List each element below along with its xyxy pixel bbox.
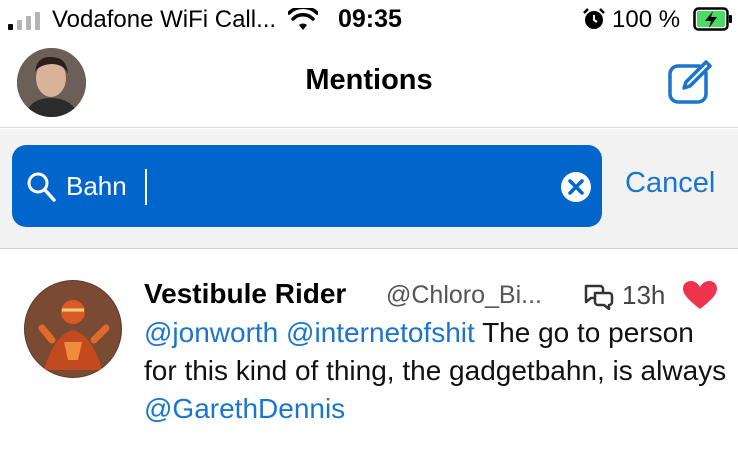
mention-link[interactable]: @GarethDennis bbox=[144, 393, 345, 424]
tweet-author-avatar[interactable] bbox=[24, 280, 122, 378]
carrier-name: Vodafone WiFi Call... bbox=[52, 6, 277, 33]
nav-bar: Mentions bbox=[0, 40, 738, 128]
search-input[interactable] bbox=[66, 165, 536, 207]
mention-link[interactable]: @internetofshit bbox=[286, 317, 475, 348]
page-title: Mentions bbox=[305, 64, 433, 96]
text-caret bbox=[145, 169, 147, 205]
tweet-item[interactable]: Vestibule Rider @Chloro_Bi... 13h @jonwo… bbox=[0, 250, 738, 463]
author-handle[interactable]: @Chloro_Bi... bbox=[386, 281, 542, 310]
battery-charging-icon bbox=[693, 7, 732, 31]
signal-icon bbox=[8, 12, 40, 30]
alarm-icon bbox=[583, 8, 605, 29]
tweet-time: 13h bbox=[622, 280, 666, 310]
mention-link[interactable]: @jonworth bbox=[144, 317, 278, 348]
clock-time: 09:35 bbox=[338, 5, 402, 33]
tweet-text: @jonworth @internetofshit The go to pers… bbox=[144, 314, 729, 428]
clear-search-icon[interactable] bbox=[560, 171, 592, 203]
heart-icon[interactable] bbox=[682, 280, 718, 310]
wifi-icon bbox=[288, 8, 318, 30]
cancel-button[interactable]: Cancel bbox=[625, 167, 715, 200]
search-area: Cancel bbox=[0, 129, 738, 249]
conversation-icon bbox=[584, 284, 614, 310]
search-icon bbox=[27, 172, 56, 202]
search-field[interactable] bbox=[12, 145, 602, 227]
battery-percent: 100 % bbox=[612, 6, 681, 33]
tweet-header: Vestibule Rider @Chloro_Bi... 13h bbox=[144, 276, 724, 312]
compose-icon[interactable] bbox=[666, 58, 714, 106]
status-bar: Vodafone WiFi Call... 09:35 100 % bbox=[0, 0, 738, 40]
author-name[interactable]: Vestibule Rider bbox=[144, 278, 346, 310]
